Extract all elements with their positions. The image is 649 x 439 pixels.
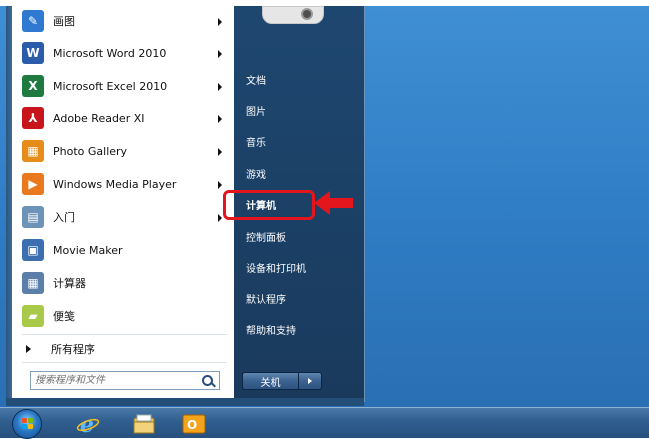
separator [22, 334, 227, 335]
program-item-getting-started[interactable]: ▤ 入门 [20, 203, 232, 231]
program-label: Microsoft Excel 2010 [53, 79, 168, 93]
places-item-games[interactable]: 游戏 [246, 166, 266, 181]
places-item-devices-printers[interactable]: 设备和打印机 [246, 260, 306, 275]
all-programs-button[interactable]: 所有程序 [20, 338, 230, 360]
program-label: 画图 [53, 15, 75, 28]
calculator-icon: ▦ [22, 272, 44, 294]
start-menu-bottom-edge [6, 398, 364, 406]
search-input[interactable] [31, 373, 195, 388]
submenu-arrow-icon [218, 214, 222, 222]
all-programs-label: 所有程序 [51, 343, 95, 356]
search-icon[interactable] [202, 375, 213, 386]
program-label: Adobe Reader XI [53, 111, 145, 125]
program-label: Movie Maker [53, 243, 123, 257]
program-label: Microsoft Word 2010 [53, 46, 167, 60]
places-item-help-support[interactable]: 帮助和支持 [246, 322, 296, 337]
excel-icon: X [22, 75, 44, 97]
internet-explorer-icon[interactable]: e [76, 413, 100, 435]
sticky-notes-icon: ▰ [22, 305, 44, 327]
submenu-arrow-icon [218, 148, 222, 156]
places-item-music[interactable]: 音乐 [246, 134, 266, 149]
getting-started-icon: ▤ [22, 206, 44, 228]
program-label: 入门 [53, 211, 75, 224]
places-item-documents[interactable]: 文档 [246, 72, 266, 87]
search-box[interactable] [30, 371, 220, 390]
user-picture[interactable] [262, 6, 324, 24]
left-arrow-icon [314, 191, 353, 215]
chevron-right-icon [308, 378, 312, 384]
submenu-arrow-icon [218, 83, 222, 91]
submenu-arrow-icon [218, 181, 222, 189]
program-item-movie-maker[interactable]: ▣ Movie Maker [20, 236, 232, 264]
windows-logo-icon [22, 418, 34, 430]
movie-maker-icon: ▣ [22, 239, 44, 261]
program-label: Photo Gallery [53, 144, 128, 158]
media-player-icon: ▶ [22, 173, 44, 195]
file-explorer-icon[interactable] [132, 413, 156, 435]
submenu-arrow-icon [218, 50, 222, 58]
highlight-box [223, 190, 315, 220]
program-item-excel[interactable]: X Microsoft Excel 2010 [20, 72, 232, 100]
program-label: 便笺 [53, 310, 75, 323]
places-item-pictures[interactable]: 图片 [246, 103, 266, 118]
program-item-calculator[interactable]: ▦ 计算器 [20, 269, 232, 297]
shutdown-button[interactable]: 关机 [242, 372, 322, 390]
adobe-reader-icon: ⅄ [22, 107, 44, 129]
photo-gallery-icon: ▦ [22, 140, 44, 162]
program-label: 计算器 [53, 277, 86, 290]
shutdown-options-button[interactable] [299, 373, 321, 389]
camera-icon [301, 8, 313, 20]
svg-text:O: O [187, 418, 197, 432]
paint-icon: ✎ [22, 10, 44, 32]
places-item-control-panel[interactable]: 控制面板 [246, 229, 286, 244]
submenu-arrow-icon [218, 115, 222, 123]
program-item-paint[interactable]: ✎ 画图 [20, 7, 232, 35]
program-item-photo-gallery[interactable]: ▦ Photo Gallery [20, 137, 232, 165]
separator [22, 362, 227, 363]
program-item-adobe-reader[interactable]: ⅄ Adobe Reader XI [20, 104, 232, 132]
word-icon: W [22, 42, 44, 64]
outlook-icon[interactable]: O [182, 413, 206, 435]
program-label: Windows Media Player [53, 177, 177, 191]
program-item-sticky-notes[interactable]: ▰ 便笺 [20, 302, 232, 330]
places-item-default-programs[interactable]: 默认程序 [246, 291, 286, 306]
shutdown-label: 关机 [243, 373, 299, 389]
submenu-arrow-icon [218, 18, 222, 26]
program-item-media-player[interactable]: ▶ Windows Media Player [20, 170, 232, 198]
triangle-right-icon [26, 345, 31, 353]
program-item-word[interactable]: W Microsoft Word 2010 [20, 39, 232, 67]
start-button[interactable] [12, 409, 42, 439]
